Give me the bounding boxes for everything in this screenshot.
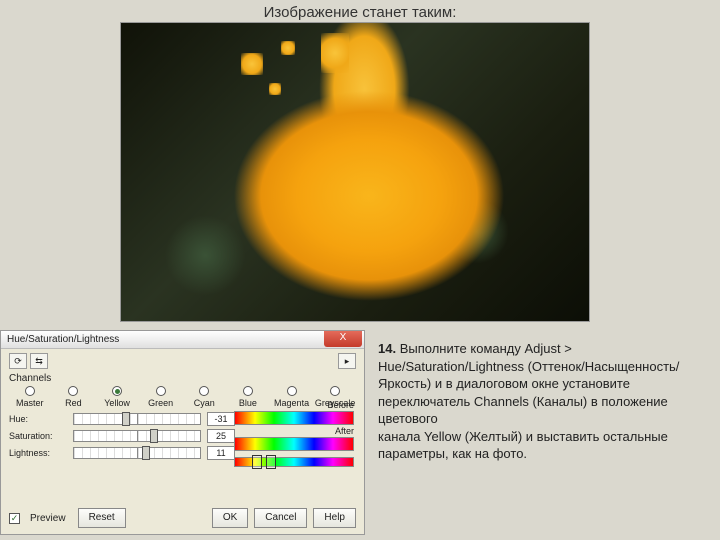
channel-label: Green <box>148 398 173 408</box>
tool-swap-icon[interactable]: ⇆ <box>30 353 48 369</box>
hue-range-marker[interactable] <box>252 455 262 469</box>
channel-label: Cyan <box>194 398 215 408</box>
saturation-value[interactable]: 25 <box>207 429 235 443</box>
dialog-body: ⟳ ⇆ ▸ Channels Master Red Yellow Green Cyan B… <box>1 349 364 469</box>
dialog-titlebar: Hue/Saturation/Lightness X <box>1 331 364 349</box>
lightness-label: Lightness: <box>9 448 67 458</box>
hsl-dialog: Hue/Saturation/Lightness X ⟳ ⇆ ▸ Channel… <box>0 330 365 535</box>
channel-master[interactable]: Master <box>9 386 51 408</box>
channel-red[interactable]: Red <box>53 386 95 408</box>
result-image <box>120 22 590 322</box>
channels-label: Channels <box>9 373 356 384</box>
cancel-button[interactable]: Cancel <box>254 508 307 528</box>
channel-cyan[interactable]: Cyan <box>184 386 226 408</box>
channel-label: Master <box>16 398 44 408</box>
saturation-slider[interactable] <box>73 430 201 442</box>
splash-drop <box>269 83 281 95</box>
splash-drop <box>281 41 295 55</box>
hue-label: Hue: <box>9 414 67 424</box>
splash-drop <box>321 33 349 73</box>
hue-value[interactable]: -31 <box>207 412 235 426</box>
channel-label: Red <box>65 398 82 408</box>
channel-radio[interactable] <box>112 386 122 396</box>
lightness-value[interactable]: 11 <box>207 446 235 460</box>
channel-label: Yellow <box>104 398 130 408</box>
instruction-line-1: Выполните команду Adjust > Hue/Saturatio… <box>378 341 679 391</box>
hue-range-band[interactable] <box>234 457 354 467</box>
preview-label: Preview <box>30 513 66 524</box>
dialog-buttons: Preview Reset OK Cancel Help <box>9 508 356 528</box>
tool-reset-icon[interactable]: ⟳ <box>9 353 27 369</box>
channel-radio[interactable] <box>156 386 166 396</box>
channel-radio[interactable] <box>243 386 253 396</box>
splash-drop <box>241 53 263 75</box>
channel-yellow[interactable]: Yellow <box>96 386 138 408</box>
instruction-line-3: канала Yellow (Желтый) и выставить остал… <box>378 429 668 462</box>
ok-button[interactable]: OK <box>212 508 248 528</box>
spectrum-before <box>234 411 354 425</box>
lightness-slider[interactable] <box>73 447 201 459</box>
hue-range-marker[interactable] <box>266 455 276 469</box>
before-label: Before <box>234 400 354 410</box>
dialog-toolbar: ⟳ ⇆ ▸ <box>9 353 356 369</box>
help-button[interactable]: Help <box>313 508 356 528</box>
channel-radio[interactable] <box>287 386 297 396</box>
result-caption: Изображение станет таким: <box>0 4 720 21</box>
channel-radio[interactable] <box>68 386 78 396</box>
instruction-number: 14. <box>378 341 396 356</box>
tool-play-icon[interactable]: ▸ <box>338 353 356 369</box>
instruction-text: 14. Выполните команду Adjust > Hue/Satur… <box>378 340 698 463</box>
dialog-title: Hue/Saturation/Lightness <box>7 334 119 345</box>
after-label: After <box>234 426 354 436</box>
instruction-line-2: переключатель Channels (Каналы) в положе… <box>378 394 668 427</box>
close-button[interactable]: X <box>324 331 362 347</box>
hue-slider[interactable] <box>73 413 201 425</box>
preview-checkbox[interactable] <box>9 513 20 524</box>
channel-radio[interactable] <box>199 386 209 396</box>
spectrum-panel: Before After <box>234 399 354 467</box>
channel-radio[interactable] <box>330 386 340 396</box>
spectrum-after <box>234 437 354 451</box>
reset-button[interactable]: Reset <box>78 508 126 528</box>
channel-radio[interactable] <box>25 386 35 396</box>
channel-green[interactable]: Green <box>140 386 182 408</box>
saturation-label: Saturation: <box>9 431 67 441</box>
